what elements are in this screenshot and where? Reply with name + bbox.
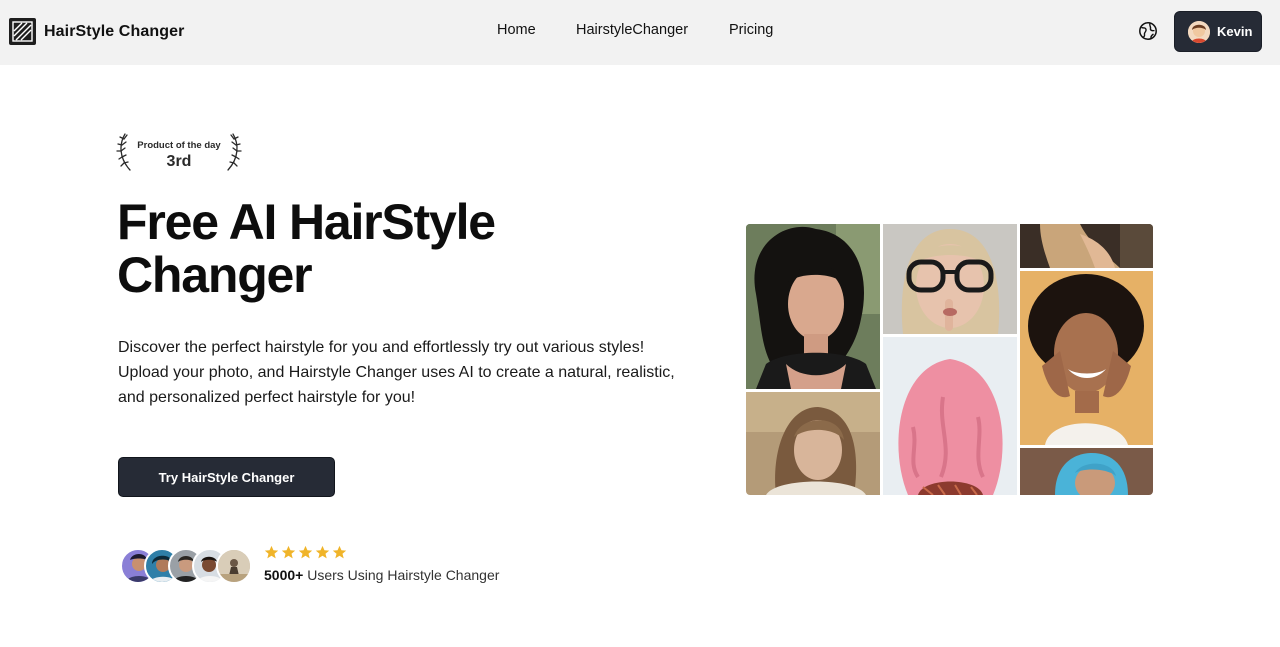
users-count-text: 5000+ Users Using Hairstyle Changer (264, 567, 499, 583)
users-label: Users Using Hairstyle Changer (303, 567, 500, 583)
star-icon (315, 545, 330, 559)
gallery-image (1020, 448, 1153, 495)
user-menu-button[interactable]: Kevin (1174, 11, 1262, 52)
hairstyle-gallery (746, 224, 1153, 495)
star-icon (264, 545, 279, 559)
language-button[interactable] (1137, 20, 1159, 42)
rating-stars (264, 545, 347, 560)
social-proof: 5000+ Users Using Hairstyle Changer (118, 545, 538, 587)
gallery-image (1020, 271, 1153, 445)
hero-title: Free AI HairStyle Changer (117, 194, 496, 303)
gallery-image (746, 224, 880, 389)
top-navigation-bar: HairStyle Changer Home HairstyleChanger … (0, 0, 1280, 65)
globe-icon (1139, 22, 1157, 40)
hero-description: Discover the perfect hairstyle for you a… (118, 339, 675, 406)
badge-label: Product of the day (137, 140, 221, 151)
users-count: 5000+ (264, 567, 304, 583)
star-icon (281, 545, 296, 559)
nav-hairstylechanger-link[interactable]: HairstyleChanger (576, 22, 688, 38)
user-name: Kevin (1217, 24, 1253, 39)
gallery-image (883, 337, 1017, 495)
product-of-the-day-badge[interactable]: Product of the day 3rd (116, 132, 242, 174)
star-icon (298, 545, 313, 559)
badge-rank: 3rd (166, 153, 192, 170)
nav-home-link[interactable]: Home (497, 22, 536, 38)
avatar (216, 548, 252, 584)
try-hairstyle-changer-button[interactable]: Try HairStyle Changer (118, 457, 335, 497)
nav-pricing-link[interactable]: Pricing (729, 22, 773, 38)
star-icon (332, 545, 347, 559)
main-nav: Home HairstyleChanger Pricing (0, 22, 1280, 42)
user-avatars (118, 548, 253, 584)
gallery-image (746, 392, 880, 495)
gallery-image (1020, 224, 1153, 268)
gallery-image (883, 224, 1017, 334)
user-avatar (1188, 20, 1210, 43)
